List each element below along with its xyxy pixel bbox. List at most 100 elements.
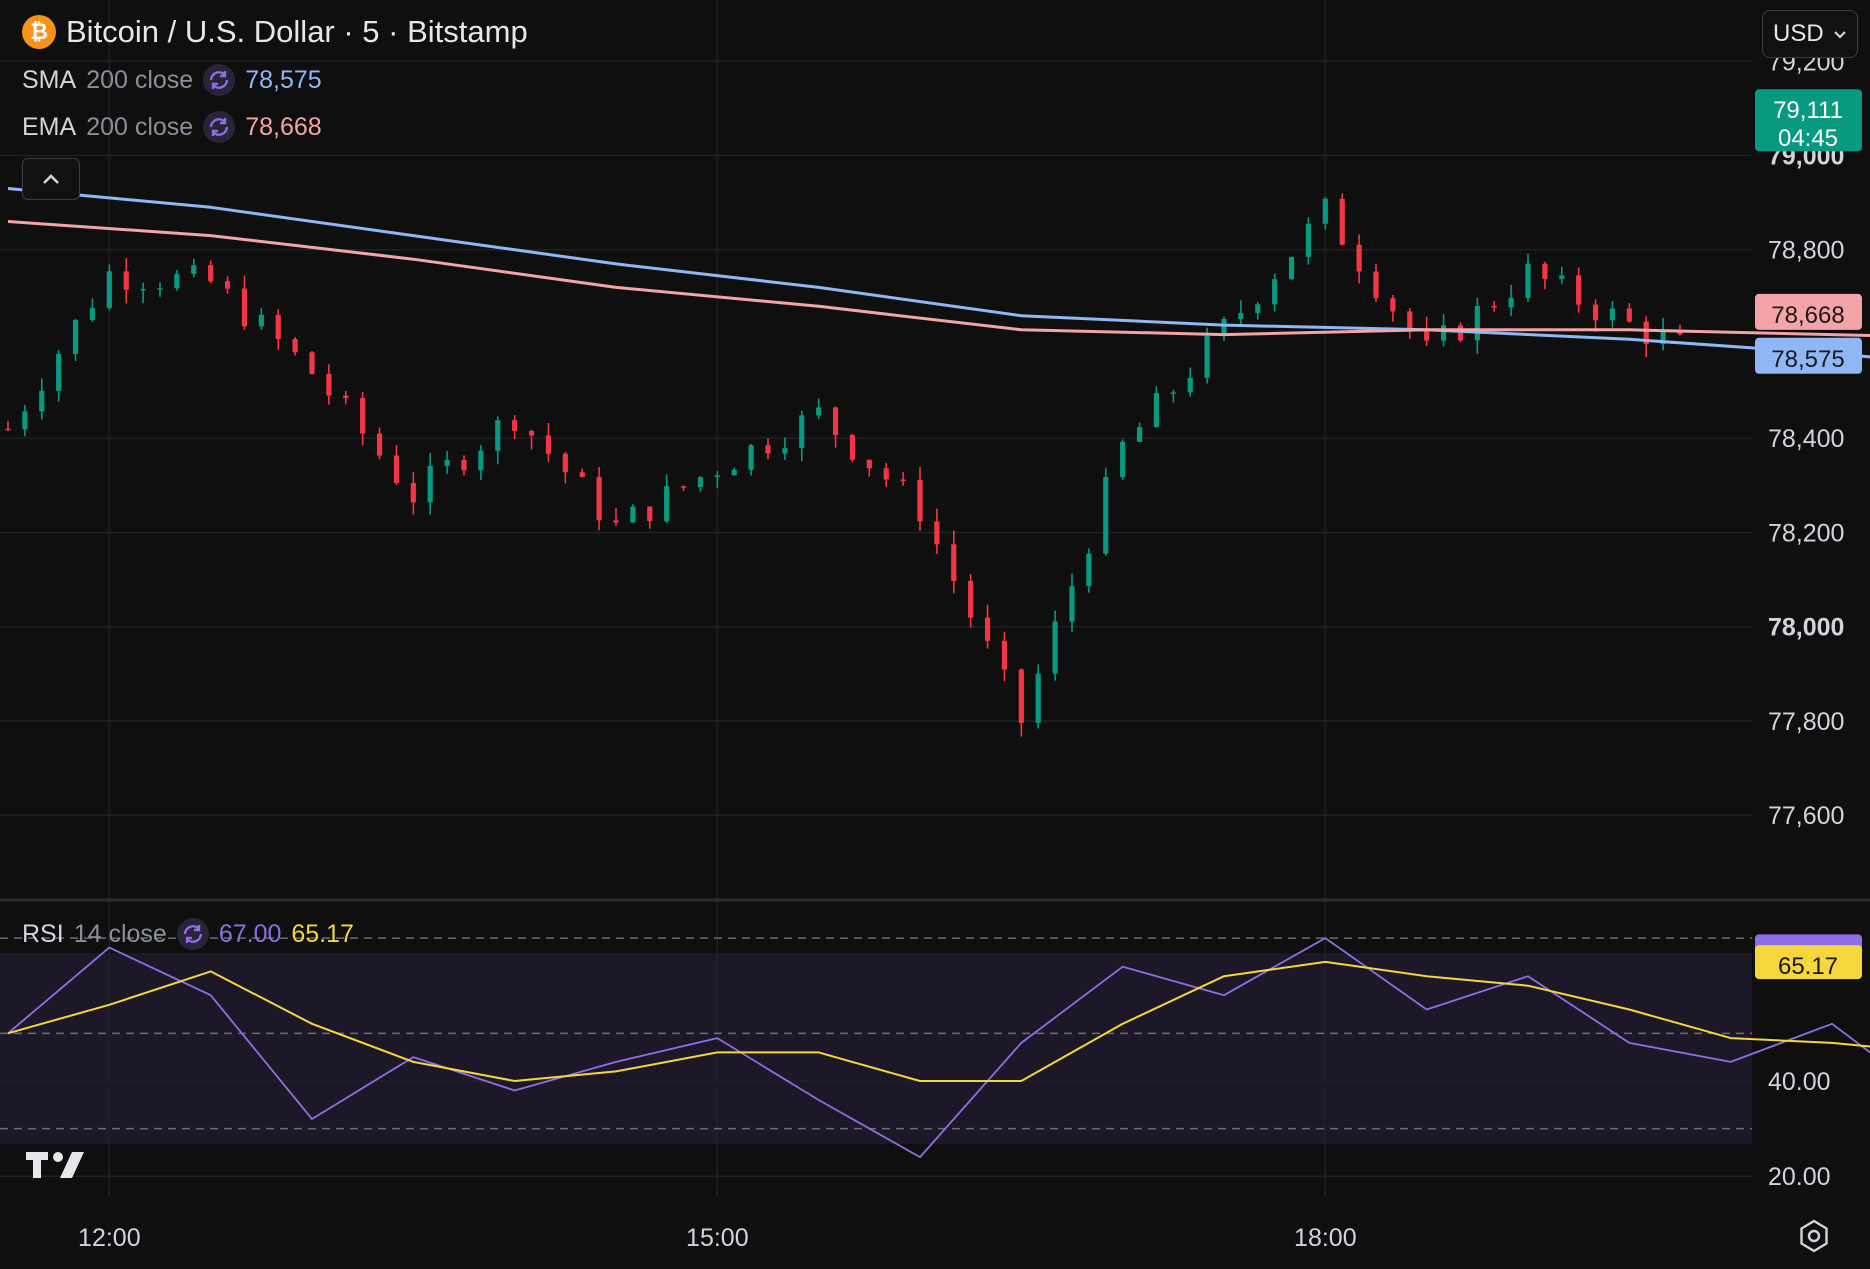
candle-body bbox=[1339, 198, 1345, 245]
candle-body bbox=[208, 265, 214, 282]
candle-body bbox=[1322, 198, 1328, 224]
candle-body bbox=[714, 475, 720, 478]
candle-body bbox=[832, 407, 839, 436]
candle-body bbox=[562, 453, 568, 473]
candle-body bbox=[1390, 298, 1396, 312]
candle-body bbox=[157, 288, 163, 290]
candle-body bbox=[951, 544, 957, 581]
candle-body bbox=[596, 476, 602, 521]
y-tick-label: 78,000 bbox=[1768, 614, 1844, 642]
sma-value: 78,575 bbox=[245, 65, 322, 94]
candle-body bbox=[1001, 640, 1008, 670]
candle-body bbox=[72, 319, 79, 354]
candle-body bbox=[1086, 553, 1092, 587]
candle-body bbox=[900, 479, 906, 481]
candle-body bbox=[748, 445, 754, 470]
rsi-value: 67.00 bbox=[218, 919, 282, 948]
candle-body bbox=[934, 521, 940, 545]
candle-body bbox=[56, 353, 62, 391]
candle-body bbox=[765, 445, 771, 454]
candle-body bbox=[1069, 586, 1075, 622]
settings-icon[interactable] bbox=[1796, 1218, 1832, 1254]
candle-body bbox=[1440, 325, 1447, 341]
y-tick-label: 77,600 bbox=[1768, 802, 1844, 830]
candle-body bbox=[1136, 427, 1143, 442]
candle-body bbox=[1373, 271, 1379, 299]
candle-body bbox=[1238, 312, 1244, 319]
sma-name: SMA bbox=[22, 65, 77, 94]
candle-body bbox=[343, 395, 349, 399]
candle-body bbox=[1204, 336, 1210, 378]
candle-body bbox=[1035, 673, 1041, 723]
x-tick-label: 15:00 bbox=[686, 1224, 749, 1252]
candle-body bbox=[292, 339, 298, 353]
candle-body bbox=[461, 459, 467, 471]
candle-body bbox=[140, 288, 146, 291]
candle-body bbox=[1153, 393, 1160, 428]
candle-body bbox=[444, 459, 450, 466]
candle-body bbox=[731, 469, 737, 476]
bitcoin-icon: ₿ bbox=[22, 15, 56, 49]
chevron-up-icon bbox=[43, 174, 59, 184]
candle-body bbox=[106, 271, 112, 308]
candle-body bbox=[613, 520, 619, 523]
currency-select[interactable]: USD bbox=[1762, 10, 1858, 58]
candle-body bbox=[1052, 621, 1058, 674]
ema-params: 200 close bbox=[86, 112, 194, 141]
candle-body bbox=[799, 415, 805, 449]
rsi-legend[interactable]: RSI 14 close 67.00 65.17 bbox=[22, 918, 354, 950]
chevron-down-icon bbox=[1834, 31, 1846, 39]
candle-body bbox=[22, 411, 28, 430]
candle-body bbox=[89, 307, 96, 320]
rsi-tick-label: 20.00 bbox=[1768, 1163, 1831, 1191]
sma-legend[interactable]: SMA 200 close 78,575 bbox=[22, 64, 322, 96]
collapse-legend-button[interactable] bbox=[22, 158, 80, 200]
cycle-icon[interactable] bbox=[176, 918, 209, 950]
candle-body bbox=[275, 314, 281, 340]
sma-price-badge-text: 78,575 bbox=[1771, 346, 1844, 373]
candle-body bbox=[495, 420, 501, 451]
candle-body bbox=[241, 288, 248, 327]
candle-body bbox=[1018, 669, 1024, 723]
cycle-icon[interactable] bbox=[203, 64, 236, 96]
candle-body bbox=[1272, 279, 1278, 305]
candle-body bbox=[224, 281, 231, 289]
rsi-name: RSI bbox=[22, 919, 64, 948]
candle-body bbox=[579, 472, 585, 477]
candle-body bbox=[1525, 263, 1531, 298]
candle-body bbox=[1491, 305, 1497, 308]
candle-body bbox=[1120, 441, 1126, 478]
candle-body bbox=[968, 580, 974, 618]
candle-body bbox=[1187, 377, 1193, 393]
ema-value: 78,668 bbox=[245, 112, 322, 141]
candle-body bbox=[647, 506, 653, 522]
rsi-params: 14 close bbox=[73, 919, 167, 948]
candle-body bbox=[1559, 275, 1565, 280]
candle-body bbox=[360, 398, 366, 434]
symbol-title[interactable]: ₿ Bitcoin / U.S. Dollar · 5 · Bitstamp bbox=[22, 14, 528, 50]
candle-body bbox=[1424, 330, 1430, 341]
candle-body bbox=[1356, 244, 1362, 272]
candle-body bbox=[528, 430, 535, 436]
candle-body bbox=[664, 486, 670, 522]
candle-body bbox=[849, 435, 856, 460]
candle-body bbox=[410, 483, 416, 503]
chart-canvas[interactable]: 12:0015:0018:0021:00903:0006:0079,20079,… bbox=[0, 0, 1870, 1264]
ema-legend[interactable]: EMA 200 close 78,668 bbox=[22, 111, 322, 143]
cycle-icon[interactable] bbox=[203, 111, 236, 143]
candle-body bbox=[1474, 305, 1480, 341]
y-tick-label: 78,200 bbox=[1768, 519, 1844, 547]
chart-area[interactable]: 12:0015:0018:0021:00903:0006:0079,20079,… bbox=[0, 0, 1870, 1264]
candle-body bbox=[123, 271, 129, 290]
candle-body bbox=[512, 420, 518, 431]
tradingview-logo-icon[interactable] bbox=[26, 1148, 90, 1180]
candle-body bbox=[1170, 392, 1176, 394]
candle-body bbox=[866, 459, 872, 469]
candle-body bbox=[1542, 263, 1548, 280]
ema-price-badge-text: 78,668 bbox=[1771, 302, 1844, 329]
rsi-tick-label: 40.00 bbox=[1768, 1068, 1831, 1096]
last-price-badge-text: 79,111 bbox=[1773, 97, 1843, 124]
candle-body bbox=[1508, 297, 1514, 308]
candle-body bbox=[984, 617, 991, 641]
candle-body bbox=[427, 465, 433, 503]
